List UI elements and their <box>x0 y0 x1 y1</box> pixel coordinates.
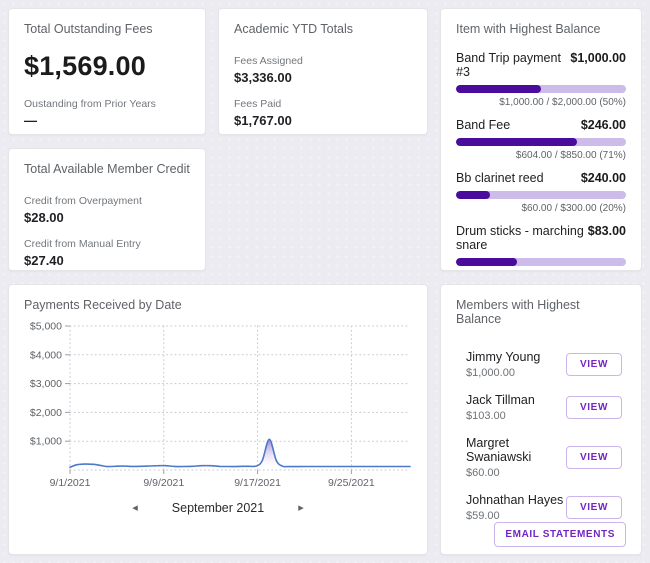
item-balance-row: Drum sticks - marching snare $83.00 $47.… <box>456 224 626 271</box>
card-title-member-credit: Total Available Member Credit <box>24 162 190 176</box>
member-list: Jimmy Young $1,000.00 VIEW Jack Tillman … <box>456 350 626 522</box>
dashboard-page: Total Outstanding Fees $1,569.00 Oustand… <box>0 0 650 563</box>
svg-text:$2,000: $2,000 <box>30 407 62 419</box>
item-balance-amount: $246.00 <box>581 118 626 132</box>
card-item-highest-balance: Item with Highest Balance Band Trip paym… <box>440 8 642 271</box>
card-title-item-highest-balance: Item with Highest Balance <box>456 22 626 36</box>
svg-text:9/9/2021: 9/9/2021 <box>143 477 184 489</box>
fees-paid-label: Fees Paid <box>234 98 412 110</box>
item-progress-bar <box>456 85 626 93</box>
fees-assigned-label: Fees Assigned <box>234 55 412 67</box>
card-member-credit: Total Available Member Credit Credit fro… <box>8 148 206 271</box>
member-name: Johnathan Hayes <box>466 493 563 507</box>
item-name: Bb clarinet reed <box>456 171 544 185</box>
card-title-payments-chart: Payments Received by Date <box>24 298 412 312</box>
credit-stat-list: Credit from Overpayment $28.00 Credit fr… <box>24 195 190 268</box>
svg-text:$4,000: $4,000 <box>30 349 62 361</box>
item-balance-amount: $1,000.00 <box>570 51 626 65</box>
member-balance: $60.00 <box>466 467 566 479</box>
member-row: Johnathan Hayes $59.00 VIEW <box>456 493 626 522</box>
item-balance-amount: $240.00 <box>581 171 626 185</box>
overpayment-credit-label: Credit from Overpayment <box>24 195 190 207</box>
prev-month-arrow-icon[interactable]: ◂ <box>128 499 142 516</box>
prior-years-label: Oustanding from Prior Years <box>24 98 190 110</box>
member-name: Margret Swaniawski <box>466 436 566 464</box>
item-balance-row: Band Fee $246.00 $604.00 / $850.00 (71%) <box>456 118 626 161</box>
total-outstanding-amount: $1,569.00 <box>24 51 190 82</box>
svg-text:9/25/2021: 9/25/2021 <box>328 477 375 489</box>
fees-assigned-value: $3,336.00 <box>234 70 412 85</box>
fees-assigned-stat: Fees Assigned $3,336.00 <box>234 55 412 85</box>
item-balance-amount: $83.00 <box>588 224 626 238</box>
card-title-members-highest-balance: Members with Highest Balance <box>456 298 626 326</box>
card-title-total-outstanding-fees: Total Outstanding Fees <box>24 22 190 36</box>
member-balance: $1,000.00 <box>466 367 540 379</box>
view-member-button[interactable]: VIEW <box>566 496 622 519</box>
view-member-button[interactable]: VIEW <box>566 353 622 376</box>
item-name: Drum sticks - marching snare <box>456 224 588 252</box>
card-total-outstanding-fees: Total Outstanding Fees $1,569.00 Oustand… <box>8 8 206 135</box>
item-progress-bar <box>456 138 626 146</box>
email-statements-button[interactable]: EMAIL STATEMENTS <box>494 522 626 547</box>
svg-text:9/17/2021: 9/17/2021 <box>234 477 281 489</box>
dashboard-grid: Total Outstanding Fees $1,569.00 Oustand… <box>8 8 642 555</box>
overpayment-credit-stat: Credit from Overpayment $28.00 <box>24 195 190 225</box>
payments-area-chart: $1,000 $2,000 $3,000 $4,000 $5,000 9/1/2021 9/… <box>24 318 414 490</box>
manual-entry-credit-stat: Credit from Manual Entry $27.40 <box>24 238 190 268</box>
card-academic-ytd-totals: Academic YTD Totals Fees Assigned $3,336… <box>218 8 428 135</box>
view-member-button[interactable]: VIEW <box>566 396 622 419</box>
card-title-academic-ytd: Academic YTD Totals <box>234 22 412 36</box>
card-members-highest-balance: Members with Highest Balance Jimmy Young… <box>440 284 642 555</box>
month-pager: ◂ September 2021 ▸ <box>24 499 412 516</box>
member-row: Jimmy Young $1,000.00 VIEW <box>456 350 626 379</box>
svg-text:$5,000: $5,000 <box>30 321 62 333</box>
item-progress-fill <box>456 138 577 146</box>
item-progress-bar <box>456 191 626 199</box>
member-balance: $59.00 <box>466 510 563 522</box>
member-name: Jack Tillman <box>466 393 535 407</box>
item-balance-row: Bb clarinet reed $240.00 $60.00 / $300.0… <box>456 171 626 214</box>
member-row: Jack Tillman $103.00 VIEW <box>456 393 626 422</box>
item-progress-caption: $604.00 / $850.00 (71%) <box>456 150 626 161</box>
card-payments-chart: Payments Received by Date $1,000 $2,000 $3… <box>8 284 428 555</box>
item-progress-caption: $1,000.00 / $2,000.00 (50%) <box>456 97 626 108</box>
item-balance-list: Band Trip payment #3 $1,000.00 $1,000.00… <box>456 51 626 271</box>
member-name: Jimmy Young <box>466 350 540 364</box>
svg-text:$1,000: $1,000 <box>30 436 62 448</box>
payments-chart-wrap: $1,000 $2,000 $3,000 $4,000 $5,000 9/1/2021 9/… <box>24 318 412 495</box>
svg-text:9/1/2021: 9/1/2021 <box>50 477 91 489</box>
prior-years-value: — <box>24 113 190 128</box>
item-name: Band Trip payment #3 <box>456 51 570 79</box>
overpayment-credit-value: $28.00 <box>24 210 190 225</box>
svg-text:$3,000: $3,000 <box>30 378 62 390</box>
item-progress-caption: $60.00 / $300.00 (20%) <box>456 203 626 214</box>
fees-paid-value: $1,767.00 <box>234 113 412 128</box>
item-progress-fill <box>456 191 490 199</box>
prior-years-stat: Oustanding from Prior Years — <box>24 98 190 128</box>
manual-entry-credit-label: Credit from Manual Entry <box>24 238 190 250</box>
email-statements-row: EMAIL STATEMENTS <box>456 522 626 547</box>
item-progress-bar <box>456 258 626 266</box>
item-progress-fill <box>456 85 541 93</box>
fees-paid-stat: Fees Paid $1,767.00 <box>234 98 412 128</box>
month-pager-label: September 2021 <box>172 501 264 515</box>
item-balance-row: Band Trip payment #3 $1,000.00 $1,000.00… <box>456 51 626 108</box>
academic-stat-list: Fees Assigned $3,336.00 Fees Paid $1,767… <box>234 55 412 128</box>
view-member-button[interactable]: VIEW <box>566 446 622 469</box>
item-progress-caption: $47.00 / $130.00 (36%) <box>456 270 626 271</box>
next-month-arrow-icon[interactable]: ▸ <box>294 499 308 516</box>
member-row: Margret Swaniawski $60.00 VIEW <box>456 436 626 479</box>
manual-entry-credit-value: $27.40 <box>24 253 190 268</box>
item-name: Band Fee <box>456 118 510 132</box>
member-balance: $103.00 <box>466 410 535 422</box>
item-progress-fill <box>456 258 517 266</box>
